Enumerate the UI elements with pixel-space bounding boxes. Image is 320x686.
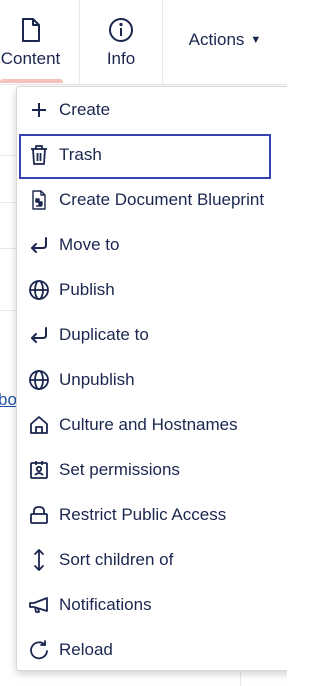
caret-down-icon: ▼	[250, 34, 262, 46]
menu-item-label: Create	[59, 99, 111, 119]
tab-content-label: Content	[0, 49, 61, 68]
tab-content[interactable]: Content	[0, 0, 80, 85]
home-icon	[27, 413, 51, 437]
globe-icon	[27, 278, 51, 302]
reload-icon	[27, 638, 51, 662]
menu-item-label: Unpublish	[59, 369, 135, 389]
menu-item-label: Reload	[59, 639, 113, 659]
background-link[interactable]: bo	[0, 390, 16, 410]
menu-item-restrict-public-access[interactable]: Restrict Public Access	[17, 492, 287, 537]
badge-icon	[27, 458, 51, 482]
menu-item-unpublish[interactable]: Unpublish	[17, 357, 287, 402]
enter-arrow-icon	[27, 323, 51, 347]
tab-info-label: Info	[106, 49, 136, 68]
blueprint-icon	[27, 188, 51, 212]
menu-item-trash[interactable]: Trash	[17, 132, 287, 179]
divider	[0, 202, 16, 203]
plus-icon	[27, 98, 51, 122]
menu-item-set-permissions[interactable]: Set permissions	[17, 447, 287, 492]
menu-item-label: Create Document Blueprint	[59, 189, 265, 209]
menu-item-reload[interactable]: Reload	[17, 627, 287, 672]
actions-label: Actions	[188, 30, 245, 49]
menu-item-notifications[interactable]: Notifications	[17, 582, 287, 627]
document-icon	[21, 16, 41, 44]
menu-item-create-document-blueprint[interactable]: Create Document Blueprint	[17, 177, 287, 222]
enter-arrow-icon	[27, 233, 51, 257]
menu-item-publish[interactable]: Publish	[17, 267, 287, 312]
menu-item-label: Duplicate to	[59, 324, 149, 344]
editor-header: Content Info Actions ▼	[0, 0, 287, 85]
menu-item-label: Notifications	[59, 594, 152, 614]
divider	[0, 155, 16, 156]
active-tab-indicator	[0, 79, 63, 83]
tab-info[interactable]: Info	[80, 0, 163, 85]
menu-item-label: Set permissions	[59, 459, 180, 479]
menu-item-label: Trash	[59, 144, 102, 164]
actions-dropdown-menu: Create Trash Create Document Blueprint M…	[16, 86, 287, 671]
menu-item-create[interactable]: Create	[17, 87, 287, 132]
menu-item-label: Sort children of	[59, 549, 174, 569]
menu-item-move-to[interactable]: Move to	[17, 222, 287, 267]
megaphone-icon	[27, 593, 51, 617]
menu-item-label: Move to	[59, 234, 120, 254]
background-link-text[interactable]: bo	[0, 390, 16, 410]
menu-item-culture-and-hostnames[interactable]: Culture and Hostnames	[17, 402, 287, 447]
menu-item-label: Culture and Hostnames	[59, 414, 238, 434]
menu-item-sort-children-of[interactable]: Sort children of	[17, 537, 287, 582]
sort-arrows-icon	[27, 548, 51, 572]
lock-icon	[27, 503, 51, 527]
actions-button[interactable]: Actions ▼	[163, 0, 287, 80]
globe-icon	[27, 368, 51, 392]
divider	[0, 248, 16, 249]
divider	[0, 310, 16, 311]
background-page	[0, 85, 16, 686]
info-circle-icon	[108, 16, 134, 44]
menu-item-label: Restrict Public Access	[59, 504, 227, 524]
menu-item-duplicate-to[interactable]: Duplicate to	[17, 312, 287, 357]
trash-icon	[27, 143, 51, 167]
stage: Content Info Actions ▼ bo Create Trash C…	[0, 0, 287, 686]
menu-item-label: Publish	[59, 279, 115, 299]
